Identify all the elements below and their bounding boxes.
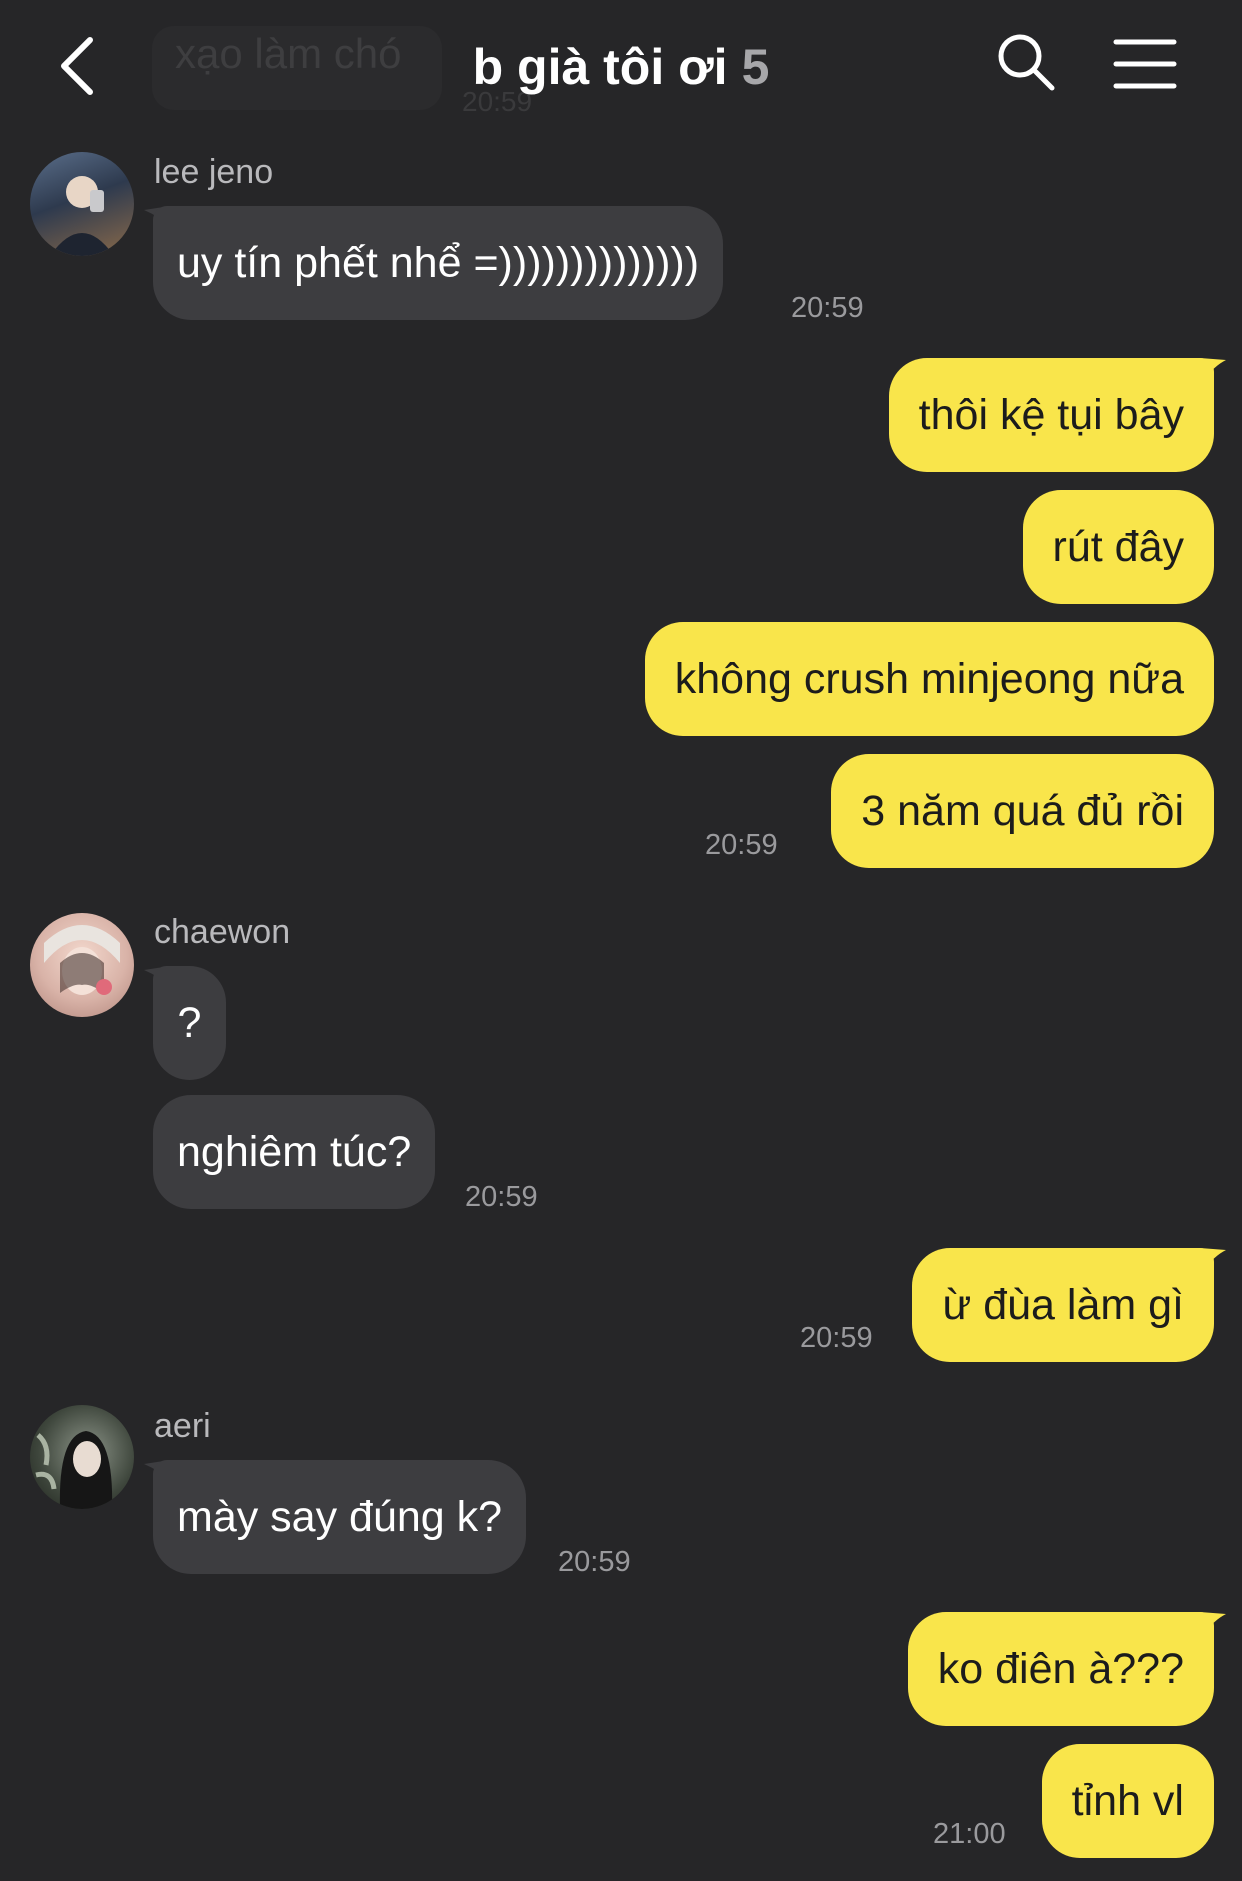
- avatar[interactable]: [30, 1405, 134, 1509]
- hamburger-menu-icon: [1113, 39, 1177, 89]
- sender-name: aeri: [154, 1407, 211, 1445]
- member-count: 5: [741, 39, 770, 95]
- message-timestamp: 20:59: [465, 1181, 538, 1213]
- outgoing-message-bubble[interactable]: thôi kệ tụi bây: [888, 358, 1214, 472]
- outgoing-message-bubble[interactable]: tỉnh vl: [1041, 1744, 1214, 1858]
- outgoing-message-bubble[interactable]: ko điên à???: [907, 1612, 1214, 1726]
- message-timestamp: 20:59: [705, 829, 778, 861]
- outgoing-message-bubble[interactable]: không crush minjeong nữa: [644, 622, 1214, 736]
- message-timestamp: 20:59: [558, 1546, 631, 1578]
- search-button[interactable]: [994, 30, 1058, 94]
- incoming-message-bubble[interactable]: mày say đúng k?: [153, 1460, 527, 1574]
- incoming-message-bubble[interactable]: nghiêm túc?: [153, 1095, 436, 1209]
- chat-header: xạo làm chó 20:59 b già tôi ơi 5: [0, 0, 1242, 130]
- profile-photo-icon: [35, 1431, 113, 1509]
- chat-title-text: b già tôi ơi: [472, 39, 728, 95]
- avatar[interactable]: [30, 913, 134, 1017]
- message-timestamp: 20:59: [800, 1322, 873, 1354]
- sender-name: lee jeno: [154, 153, 274, 191]
- message-timestamp: 21:00: [933, 1818, 1006, 1850]
- avatar[interactable]: [30, 152, 134, 256]
- menu-button[interactable]: [1112, 34, 1178, 94]
- incoming-message-bubble[interactable]: ?: [153, 966, 226, 1080]
- sender-name: chaewon: [154, 913, 291, 951]
- message-timestamp: 20:59: [791, 292, 864, 324]
- search-icon: [998, 34, 1055, 91]
- incoming-message-bubble[interactable]: uy tín phết nhể =)))))))))))))): [153, 206, 724, 320]
- outgoing-message-bubble[interactable]: rút đây: [1022, 490, 1214, 604]
- profile-photo-icon: [44, 925, 120, 995]
- outgoing-message-bubble[interactable]: 3 năm quá đủ rồi: [831, 754, 1214, 868]
- outgoing-message-bubble[interactable]: ừ đùa làm gì: [912, 1248, 1214, 1362]
- profile-photo-icon: [50, 176, 114, 256]
